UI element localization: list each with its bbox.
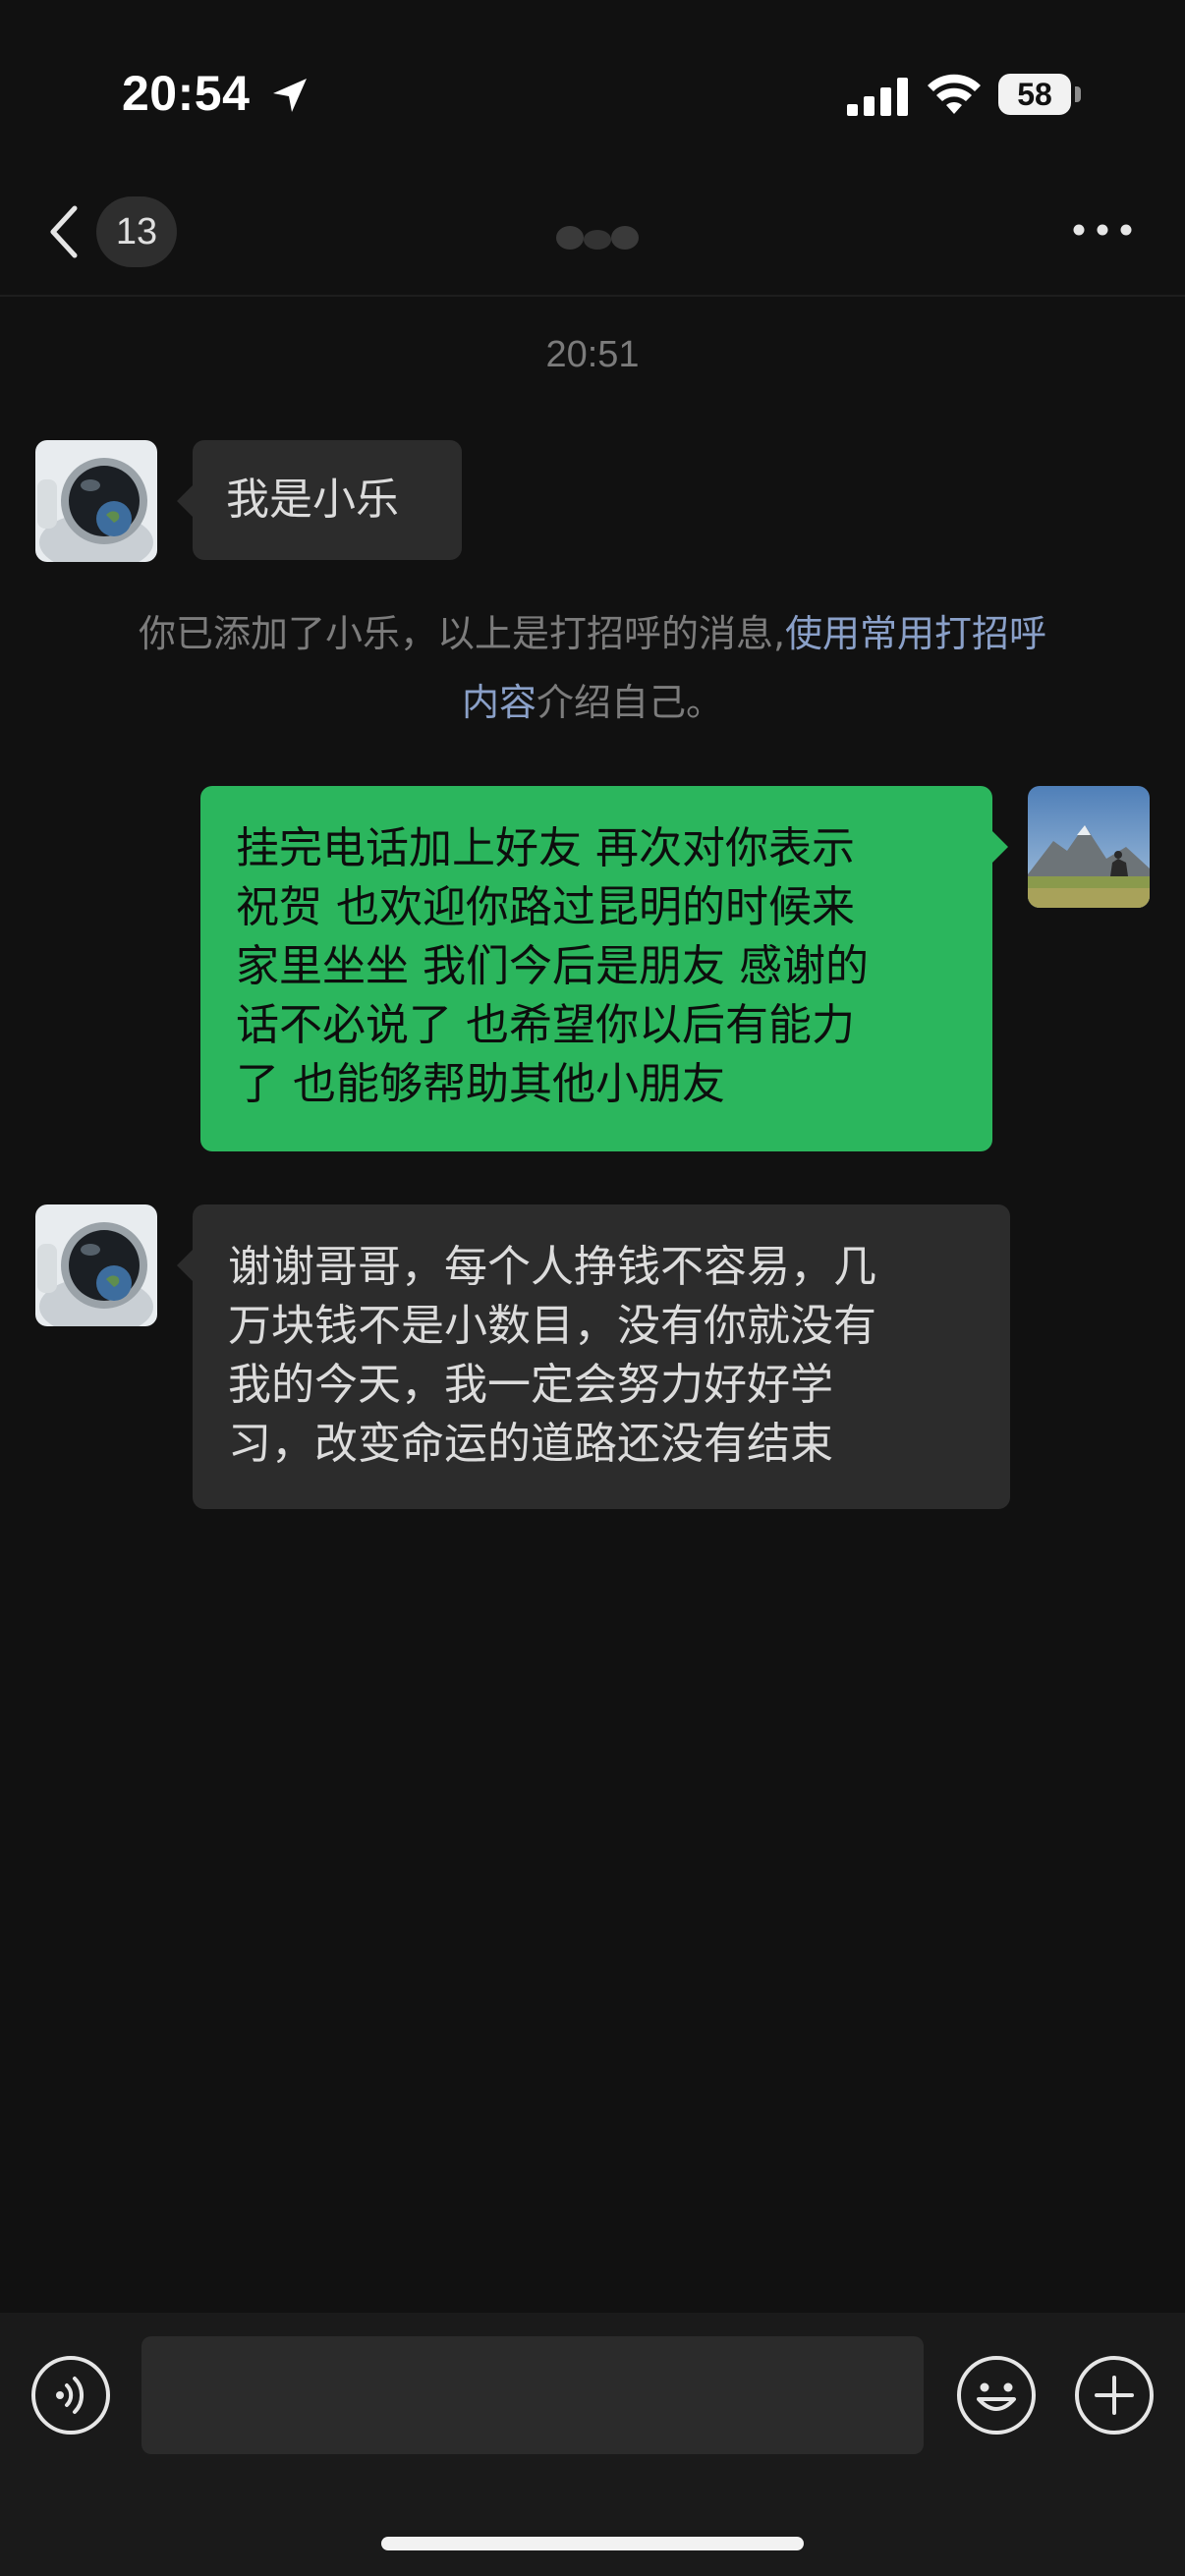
more-dots-icon[interactable] — [1071, 218, 1134, 242]
bubble-tail — [992, 831, 1008, 863]
nav-divider — [0, 295, 1185, 297]
unread-count-badge[interactable]: 13 — [96, 196, 177, 267]
battery-cap — [1075, 86, 1081, 102]
emoji-icon[interactable] — [955, 2354, 1038, 2436]
message-text: 我是小乐 — [226, 475, 399, 525]
message-line: 我的今天，我一定会努力好好学 — [228, 1360, 833, 1410]
message-line: 了 也能够帮助其他小朋友 — [236, 1059, 725, 1109]
system-notice-text: 你已添加了小乐，以上是打招呼的消息, — [138, 612, 786, 655]
my-avatar[interactable] — [1028, 786, 1150, 908]
message-line: 祝贺 也欢迎你路过昆明的时候来 — [236, 882, 855, 932]
message-input[interactable] — [141, 2336, 924, 2454]
voice-icon[interactable] — [29, 2354, 112, 2436]
message-timestamp: 20:51 — [545, 334, 640, 375]
home-indicator[interactable] — [381, 2537, 804, 2550]
contact-name-redacted — [556, 226, 639, 250]
status-time: 20:54 — [122, 66, 251, 121]
message-bubble-sent[interactable]: 挂完电话加上好友 再次对你表示 祝贺 也欢迎你路过昆明的时候来 家里坐坐 我们今… — [200, 786, 1008, 1151]
system-notice-suffix: 介绍自己。 — [536, 681, 724, 724]
location-arrow-icon — [273, 79, 307, 112]
plus-icon[interactable] — [1073, 2354, 1156, 2436]
bubble-tail — [177, 485, 193, 517]
message-bubble-received[interactable]: 我是小乐 — [177, 440, 462, 560]
battery-level: 58 — [998, 74, 1071, 115]
message-line: 谢谢哥哥，每个人挣钱不容易，几 — [228, 1242, 876, 1292]
contact-avatar[interactable] — [35, 1204, 157, 1326]
message-line: 挂完电话加上好友 再次对你表示 — [236, 823, 855, 873]
cellular-signal-icon — [847, 78, 908, 116]
wifi-icon — [928, 74, 981, 114]
system-notice: 你已添加了小乐，以上是打招呼的消息,使用常用打招呼 内容介绍自己。 — [69, 599, 1116, 737]
greeting-template-link-cont[interactable]: 内容 — [462, 681, 536, 724]
message-bubble-received[interactable]: 谢谢哥哥，每个人挣钱不容易，几 万块钱不是小数目，没有你就没有 我的今天，我一定… — [177, 1204, 1010, 1509]
message-line: 话不必说了 也希望你以后有能力 — [236, 1000, 855, 1050]
chevron-left-icon[interactable] — [45, 202, 85, 261]
message-line: 家里坐坐 我们今后是朋友 感谢的 — [236, 941, 869, 991]
greeting-template-link[interactable]: 使用常用打招呼 — [785, 612, 1046, 655]
status-bar: 20:54 58 — [0, 0, 1185, 187]
message-line: 习，改变命运的道路还没有结束 — [228, 1419, 833, 1469]
contact-avatar[interactable] — [35, 440, 157, 562]
message-line: 万块钱不是小数目，没有你就没有 — [228, 1301, 876, 1351]
bubble-tail — [177, 1250, 193, 1281]
